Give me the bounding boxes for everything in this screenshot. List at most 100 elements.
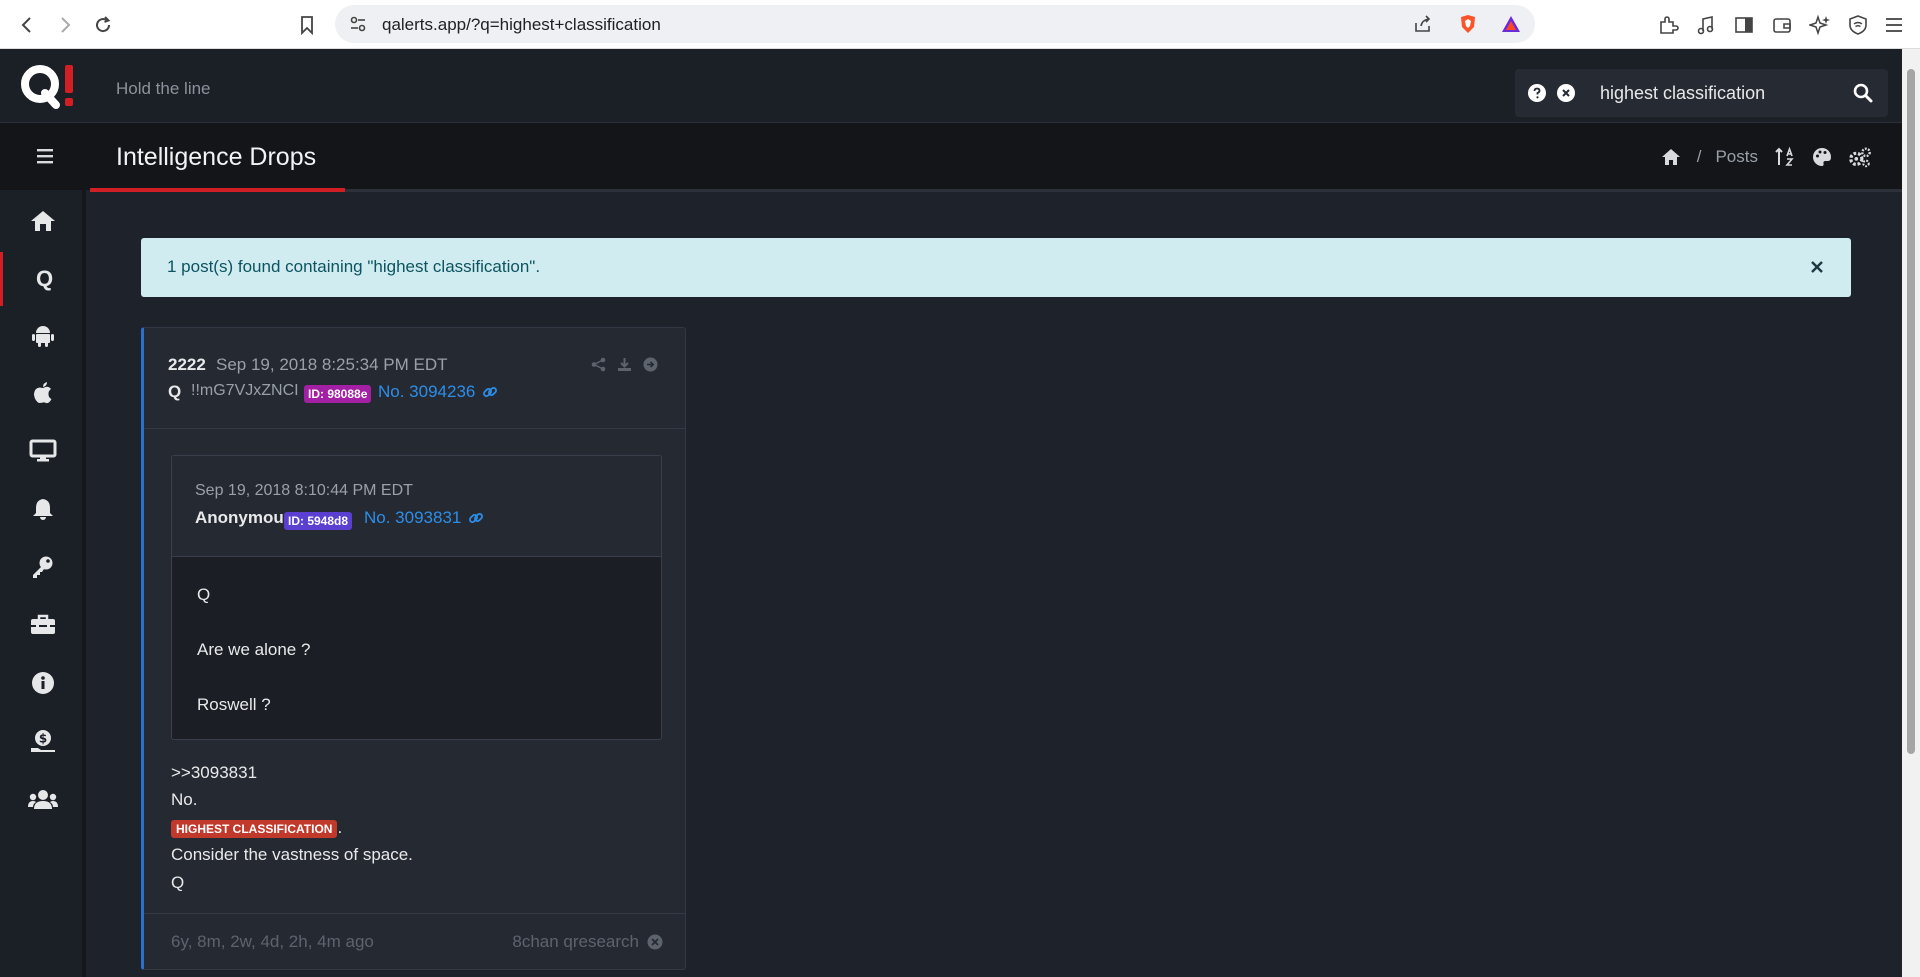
title-divider <box>90 189 1902 192</box>
url-text[interactable]: qalerts.app/?q=highest+classification <box>382 15 661 35</box>
post-id-badge: ID: 98088e <box>304 385 372 403</box>
post-author: Q <box>168 382 182 401</box>
donate-icon: $ <box>29 729 57 758</box>
sidebar-toggle-icon[interactable] <box>1731 12 1757 38</box>
site-settings-icon[interactable] <box>349 15 367 33</box>
info-icon <box>31 671 55 700</box>
breadcrumb-separator: / <box>1696 147 1702 166</box>
post-source: 8chan qresearch <box>512 932 663 952</box>
browser-toolbar: qalerts.app/?q=highest+classification <box>0 0 1920 49</box>
page-title: Intelligence Drops <box>116 143 317 171</box>
breadcrumb-posts[interactable]: Posts <box>1715 147 1758 167</box>
bookmark-icon[interactable] <box>292 10 322 40</box>
sidebar-item-info[interactable] <box>0 658 86 712</box>
quoted-post-line: Roswell ? <box>197 695 271 714</box>
download-icon[interactable] <box>616 356 633 373</box>
sidebar-item-key[interactable] <box>0 542 86 596</box>
post-age: 6y, 8m, 2w, 4d, 2h, 4m ago <box>171 932 374 951</box>
post-number-link[interactable]: No. 3094236 <box>378 382 475 402</box>
post-number: 2222 <box>168 355 206 374</box>
sidebar-item-q[interactable]: Q <box>0 252 86 306</box>
post-card: 2222 Sep 19, 2018 8:25:34 PM EDT Q !!mG7… <box>141 327 686 970</box>
hamburger-menu-icon[interactable] <box>34 145 56 167</box>
search-result-alert: 1 post(s) found containing "highest clas… <box>141 238 1851 297</box>
sidebar-item-desktop[interactable] <box>0 426 86 480</box>
desktop-icon <box>29 439 57 468</box>
leo-ai-icon[interactable] <box>1807 12 1833 38</box>
sidebar-item-home[interactable] <box>0 196 86 250</box>
alert-close-icon[interactable] <box>1807 257 1827 277</box>
quoted-post: Sep 19, 2018 8:10:44 PM EDT Anonymous ID… <box>171 455 662 740</box>
forward-button[interactable] <box>50 10 80 40</box>
quoted-post-link-icon[interactable] <box>468 510 484 526</box>
android-icon <box>32 323 54 352</box>
sidebar: Q $ <box>0 190 86 977</box>
sidebar-item-donate[interactable]: $ <box>0 716 86 770</box>
post-actions <box>590 356 659 373</box>
users-icon <box>28 787 58 816</box>
sort-icon[interactable] <box>1772 145 1796 169</box>
sidebar-item-notifications[interactable] <box>0 484 86 538</box>
breadcrumb-home-icon[interactable] <box>1659 145 1683 169</box>
post-body-line: HIGHEST CLASSIFICATION. <box>171 818 342 838</box>
help-icon[interactable] <box>1527 83 1547 103</box>
sidebar-item-apple[interactable] <box>0 368 86 422</box>
site-logo[interactable] <box>18 63 78 109</box>
quoted-post-number-link[interactable]: No. 3093831 <box>364 508 461 528</box>
back-button[interactable] <box>12 10 42 40</box>
post-source-label: 8chan qresearch <box>512 932 639 951</box>
sidebar-item-users[interactable] <box>0 774 86 828</box>
site-header: Hold the line <box>0 49 1902 123</box>
alert-message: 1 post(s) found containing "highest clas… <box>167 257 541 276</box>
quoted-post-id-badge: ID: 5948d8 <box>284 512 353 530</box>
bell-icon <box>32 497 54 526</box>
post-tripcode: !!mG7VJxZNCI <box>191 382 299 399</box>
menu-icon[interactable] <box>1881 12 1907 38</box>
key-icon <box>31 555 55 584</box>
sidebar-item-tools[interactable] <box>0 600 86 654</box>
brave-shields-icon[interactable] <box>1457 13 1479 35</box>
brave-rewards-icon[interactable] <box>1500 13 1522 35</box>
post-body-line: No. <box>171 790 198 809</box>
quoted-post-line: Q <box>197 585 211 604</box>
quoted-post-header: Sep 19, 2018 8:10:44 PM EDT Anonymous ID… <box>172 456 661 557</box>
open-post-icon[interactable] <box>642 356 659 373</box>
page-scrollbar[interactable] <box>1902 49 1920 977</box>
search-icon[interactable] <box>1853 83 1873 103</box>
post-body-line: Consider the vastness of space. <box>171 845 413 864</box>
sidebar-item-android[interactable] <box>0 310 86 364</box>
clear-search-icon[interactable] <box>1556 83 1576 103</box>
quoted-post-line: Are we alone ? <box>197 640 311 659</box>
scrollbar-thumb[interactable] <box>1907 69 1915 754</box>
address-bar[interactable]: qalerts.app/?q=highest+classification <box>335 5 1535 43</box>
extensions-icon[interactable] <box>1655 12 1681 38</box>
share-post-icon[interactable] <box>590 356 607 373</box>
quoted-post-date: Sep 19, 2018 8:10:44 PM EDT <box>195 482 413 499</box>
apple-icon <box>32 381 54 410</box>
search-highlight: HIGHEST CLASSIFICATION <box>171 820 338 838</box>
breadcrumb: / Posts <box>1659 145 1872 169</box>
q-icon: Q <box>35 266 54 291</box>
home-icon <box>29 209 57 238</box>
reload-button[interactable] <box>88 10 118 40</box>
vpn-icon[interactable] <box>1845 12 1871 38</box>
post-body-line: Q <box>171 873 185 892</box>
title-accent-underline <box>90 188 345 192</box>
share-icon[interactable] <box>1413 14 1433 34</box>
post-link-icon[interactable] <box>482 384 498 400</box>
palette-icon[interactable] <box>1810 145 1834 169</box>
post-header: 2222 Sep 19, 2018 8:25:34 PM EDT Q !!mG7… <box>144 328 685 429</box>
post-footer: 6y, 8m, 2w, 4d, 2h, 4m ago 8chan qresear… <box>144 913 685 969</box>
settings-cogs-icon[interactable] <box>1848 145 1872 169</box>
reply-reference[interactable]: >>3093831 <box>171 763 257 783</box>
search-box <box>1515 69 1888 117</box>
site-tagline: Hold the line <box>116 79 211 98</box>
wallet-icon[interactable] <box>1769 12 1795 38</box>
search-input[interactable] <box>1600 78 1840 108</box>
media-icon[interactable] <box>1693 12 1719 38</box>
svg-text:$: $ <box>39 731 47 745</box>
source-close-icon[interactable] <box>647 934 663 950</box>
post-date: Sep 19, 2018 8:25:34 PM EDT <box>216 355 448 374</box>
toolbox-icon <box>29 613 57 642</box>
page-title-bar: Intelligence Drops / Posts <box>0 123 1902 190</box>
